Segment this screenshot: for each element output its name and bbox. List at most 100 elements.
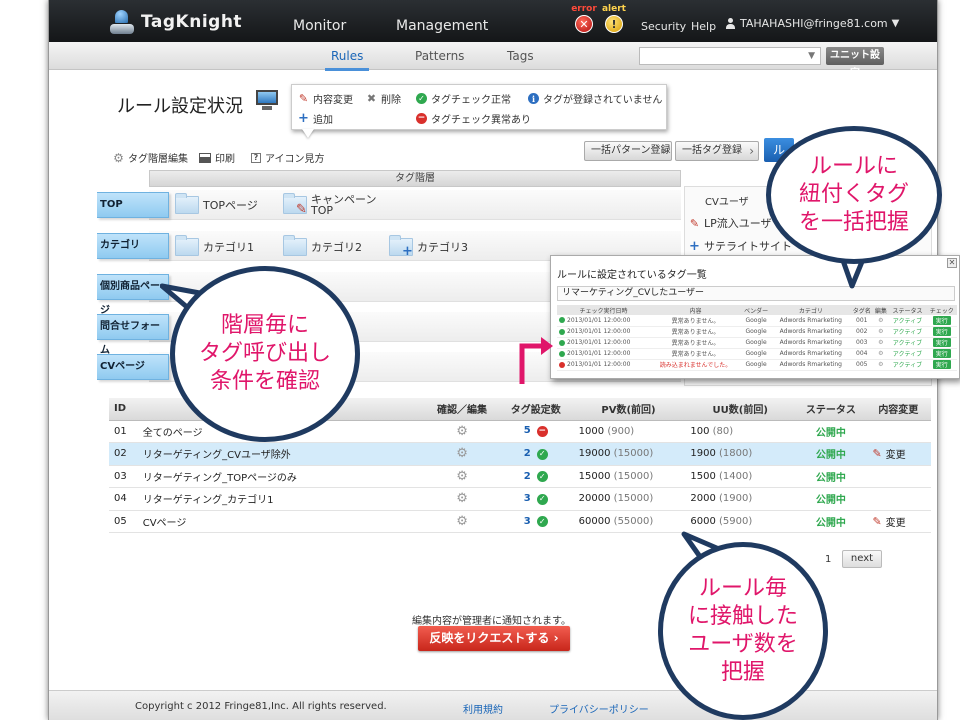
- logo[interactable]: TagKnight: [109, 8, 242, 36]
- row-id: 03: [109, 465, 143, 488]
- status-badge: 公開中: [796, 510, 866, 533]
- folder-icon: [175, 235, 199, 256]
- vendor-cell: Google: [740, 348, 772, 360]
- tag-name-cell: 005: [850, 359, 874, 371]
- gear-icon[interactable]: ⚙: [456, 446, 468, 461]
- popup-col: 内容: [650, 305, 741, 315]
- change-link[interactable]: ✎ 変更: [872, 514, 906, 529]
- page-number[interactable]: 1: [825, 554, 831, 565]
- unit-settings-button[interactable]: ユニット設定: [826, 47, 884, 79]
- help-link[interactable]: Help: [691, 20, 716, 33]
- legend-tag-ok: ✓ タグチェック正常: [416, 91, 511, 106]
- level-tag-contact[interactable]: 問合せフォーム: [97, 314, 169, 356]
- notice-text: 編集内容が管理者に通知されます。: [412, 616, 571, 627]
- level-tag-category[interactable]: カテゴリ: [97, 233, 169, 259]
- rule-name[interactable]: リターゲティング_TOPページのみ: [142, 465, 426, 488]
- tag-name-cell: 003: [850, 337, 874, 349]
- folder-campaign-top[interactable]: ✎ キャンペーン TOP: [283, 193, 376, 217]
- check-circle-icon: ✓: [536, 516, 548, 527]
- legend-tag-unregistered: i タグが登録されていません: [528, 91, 662, 106]
- tab-patterns[interactable]: Patterns: [415, 49, 464, 63]
- tab-tags[interactable]: Tags: [507, 49, 534, 63]
- tag-count[interactable]: 3: [524, 493, 531, 504]
- tag-hierarchy-edit[interactable]: ⚙ タグ階層編集: [113, 150, 188, 166]
- rule-name[interactable]: リターゲティング_CVユーザ除外: [142, 442, 426, 466]
- table-row[interactable]: 05 CVページ ⚙ 3 ✓ 60000 (55000) 6000 (5900) 公開中 ✎ 変更: [109, 510, 931, 533]
- level-tag-top[interactable]: TOP: [97, 192, 169, 218]
- icon-help-link[interactable]: ? アイコン見方: [251, 150, 325, 165]
- tag-count[interactable]: 2: [524, 448, 531, 459]
- confirm-edit-cell: ⚙: [425, 465, 499, 488]
- user-menu[interactable]: TAHAHASHI@fringe81.com ▼: [725, 17, 899, 30]
- change-cell: [865, 465, 931, 488]
- gear-icon[interactable]: ⚙: [878, 361, 883, 368]
- close-icon[interactable]: ✕: [947, 258, 957, 268]
- bulk-tag-button[interactable]: 一括タグ登録 ›: [675, 141, 759, 161]
- folder-category-3[interactable]: + カテゴリ3: [389, 235, 468, 259]
- uu-value: 100: [690, 425, 710, 437]
- run-check-button[interactable]: 実行: [932, 327, 951, 336]
- terms-link[interactable]: 利用規約: [463, 701, 503, 716]
- pv-value: 19000: [578, 448, 611, 460]
- error-circle-icon: [559, 361, 565, 368]
- bulk-pattern-button[interactable]: 一括パターン登録 ›: [584, 141, 672, 161]
- gear-icon[interactable]: ⚙: [878, 339, 883, 346]
- security-link[interactable]: Security: [641, 20, 686, 33]
- check-circle-icon: [559, 350, 565, 357]
- rule-name[interactable]: リターゲティング_カテゴリ1: [142, 487, 426, 511]
- run-check-button[interactable]: 実行: [932, 338, 951, 347]
- privacy-link[interactable]: プライバシーポリシー: [549, 701, 649, 716]
- hierarchy-header: タグ階層: [149, 170, 681, 187]
- cv-item-satellite[interactable]: + サテライトサイト: [689, 238, 792, 254]
- unit-select[interactable]: ▼: [639, 47, 821, 65]
- popup-row: 2013/01/01 12:00:00 読み込まれませんでした。 Google Adw…: [557, 359, 957, 371]
- check-cell: 実行: [926, 348, 957, 360]
- table-row[interactable]: 04 リターゲティング_カテゴリ1 ⚙ 3 ✓ 20000 (15000) 2000 (19…: [109, 487, 931, 511]
- vendor-cell: Google: [740, 326, 772, 338]
- gear-icon[interactable]: ⚙: [878, 350, 883, 357]
- tag-count[interactable]: 5: [524, 425, 531, 436]
- folder-top-page[interactable]: TOPページ: [175, 193, 258, 214]
- popup-row: 2013/01/01 12:00:00 異常ありません。 Google Adwords…: [557, 315, 957, 327]
- error-indicator[interactable]: error ✕: [569, 4, 599, 33]
- next-page-button[interactable]: next: [842, 550, 882, 568]
- tag-count[interactable]: 2: [524, 471, 531, 482]
- change-link[interactable]: ✎ 変更: [872, 446, 906, 461]
- folder-category-1[interactable]: カテゴリ1: [175, 235, 254, 256]
- folder-category-2[interactable]: カテゴリ2: [283, 235, 362, 256]
- tag-count-cell: 5−: [498, 420, 573, 443]
- copyright: Copyright c 2012 Fringe81,Inc. All right…: [135, 701, 387, 712]
- level-tag-cv[interactable]: CVページ: [97, 354, 169, 380]
- run-check-button[interactable]: 実行: [932, 360, 951, 369]
- table-row[interactable]: 03 リターゲティング_TOPページのみ ⚙ 2 ✓ 15000 (15000) 1500 …: [109, 465, 931, 488]
- gear-icon[interactable]: ⚙: [456, 491, 468, 506]
- tag-name-cell: 002: [850, 326, 874, 338]
- alert-indicator[interactable]: alert !: [599, 4, 629, 33]
- content-cell: 異常ありません。: [650, 337, 741, 349]
- table-row[interactable]: 02 リターゲティング_CVユーザ除外 ⚙ 2 ✓ 19000 (15000) 1900 (…: [109, 442, 931, 466]
- edit-cell: ⚙: [873, 315, 889, 327]
- run-check-button[interactable]: 実行: [932, 315, 951, 325]
- print-link[interactable]: 印刷: [199, 150, 235, 165]
- nav-management[interactable]: Management: [396, 18, 488, 34]
- pv-value: 60000: [578, 515, 611, 527]
- cv-item-lp[interactable]: ✎ LP流入ユーザ: [689, 215, 772, 231]
- gear-icon[interactable]: ⚙: [456, 424, 468, 439]
- tag-count[interactable]: 3: [524, 516, 531, 527]
- rule-name[interactable]: CVページ: [142, 510, 426, 533]
- callout-tags: ルールに 紐付くタグ を一括把握: [766, 126, 942, 264]
- gear-icon[interactable]: ⚙: [878, 328, 883, 335]
- level-tag-product[interactable]: 個別商品ページ: [97, 274, 169, 316]
- tab-rules[interactable]: Rules: [324, 49, 370, 71]
- status-badge: 公開中: [796, 420, 866, 443]
- gear-icon[interactable]: ⚙: [456, 469, 468, 484]
- run-check-button[interactable]: 実行: [932, 349, 951, 358]
- nav-monitor[interactable]: Monitor: [293, 18, 346, 34]
- popup-table-body: 2013/01/01 12:00:00 異常ありません。 Google Adwords…: [557, 315, 957, 371]
- request-apply-button[interactable]: 反映をリクエストする ›: [418, 626, 570, 651]
- row-id: 02: [109, 442, 143, 466]
- pv-value: 20000: [578, 493, 611, 505]
- tag-count-cell: 2 ✓: [498, 465, 573, 488]
- gear-icon[interactable]: ⚙: [456, 514, 468, 529]
- gear-icon[interactable]: ⚙: [878, 317, 883, 324]
